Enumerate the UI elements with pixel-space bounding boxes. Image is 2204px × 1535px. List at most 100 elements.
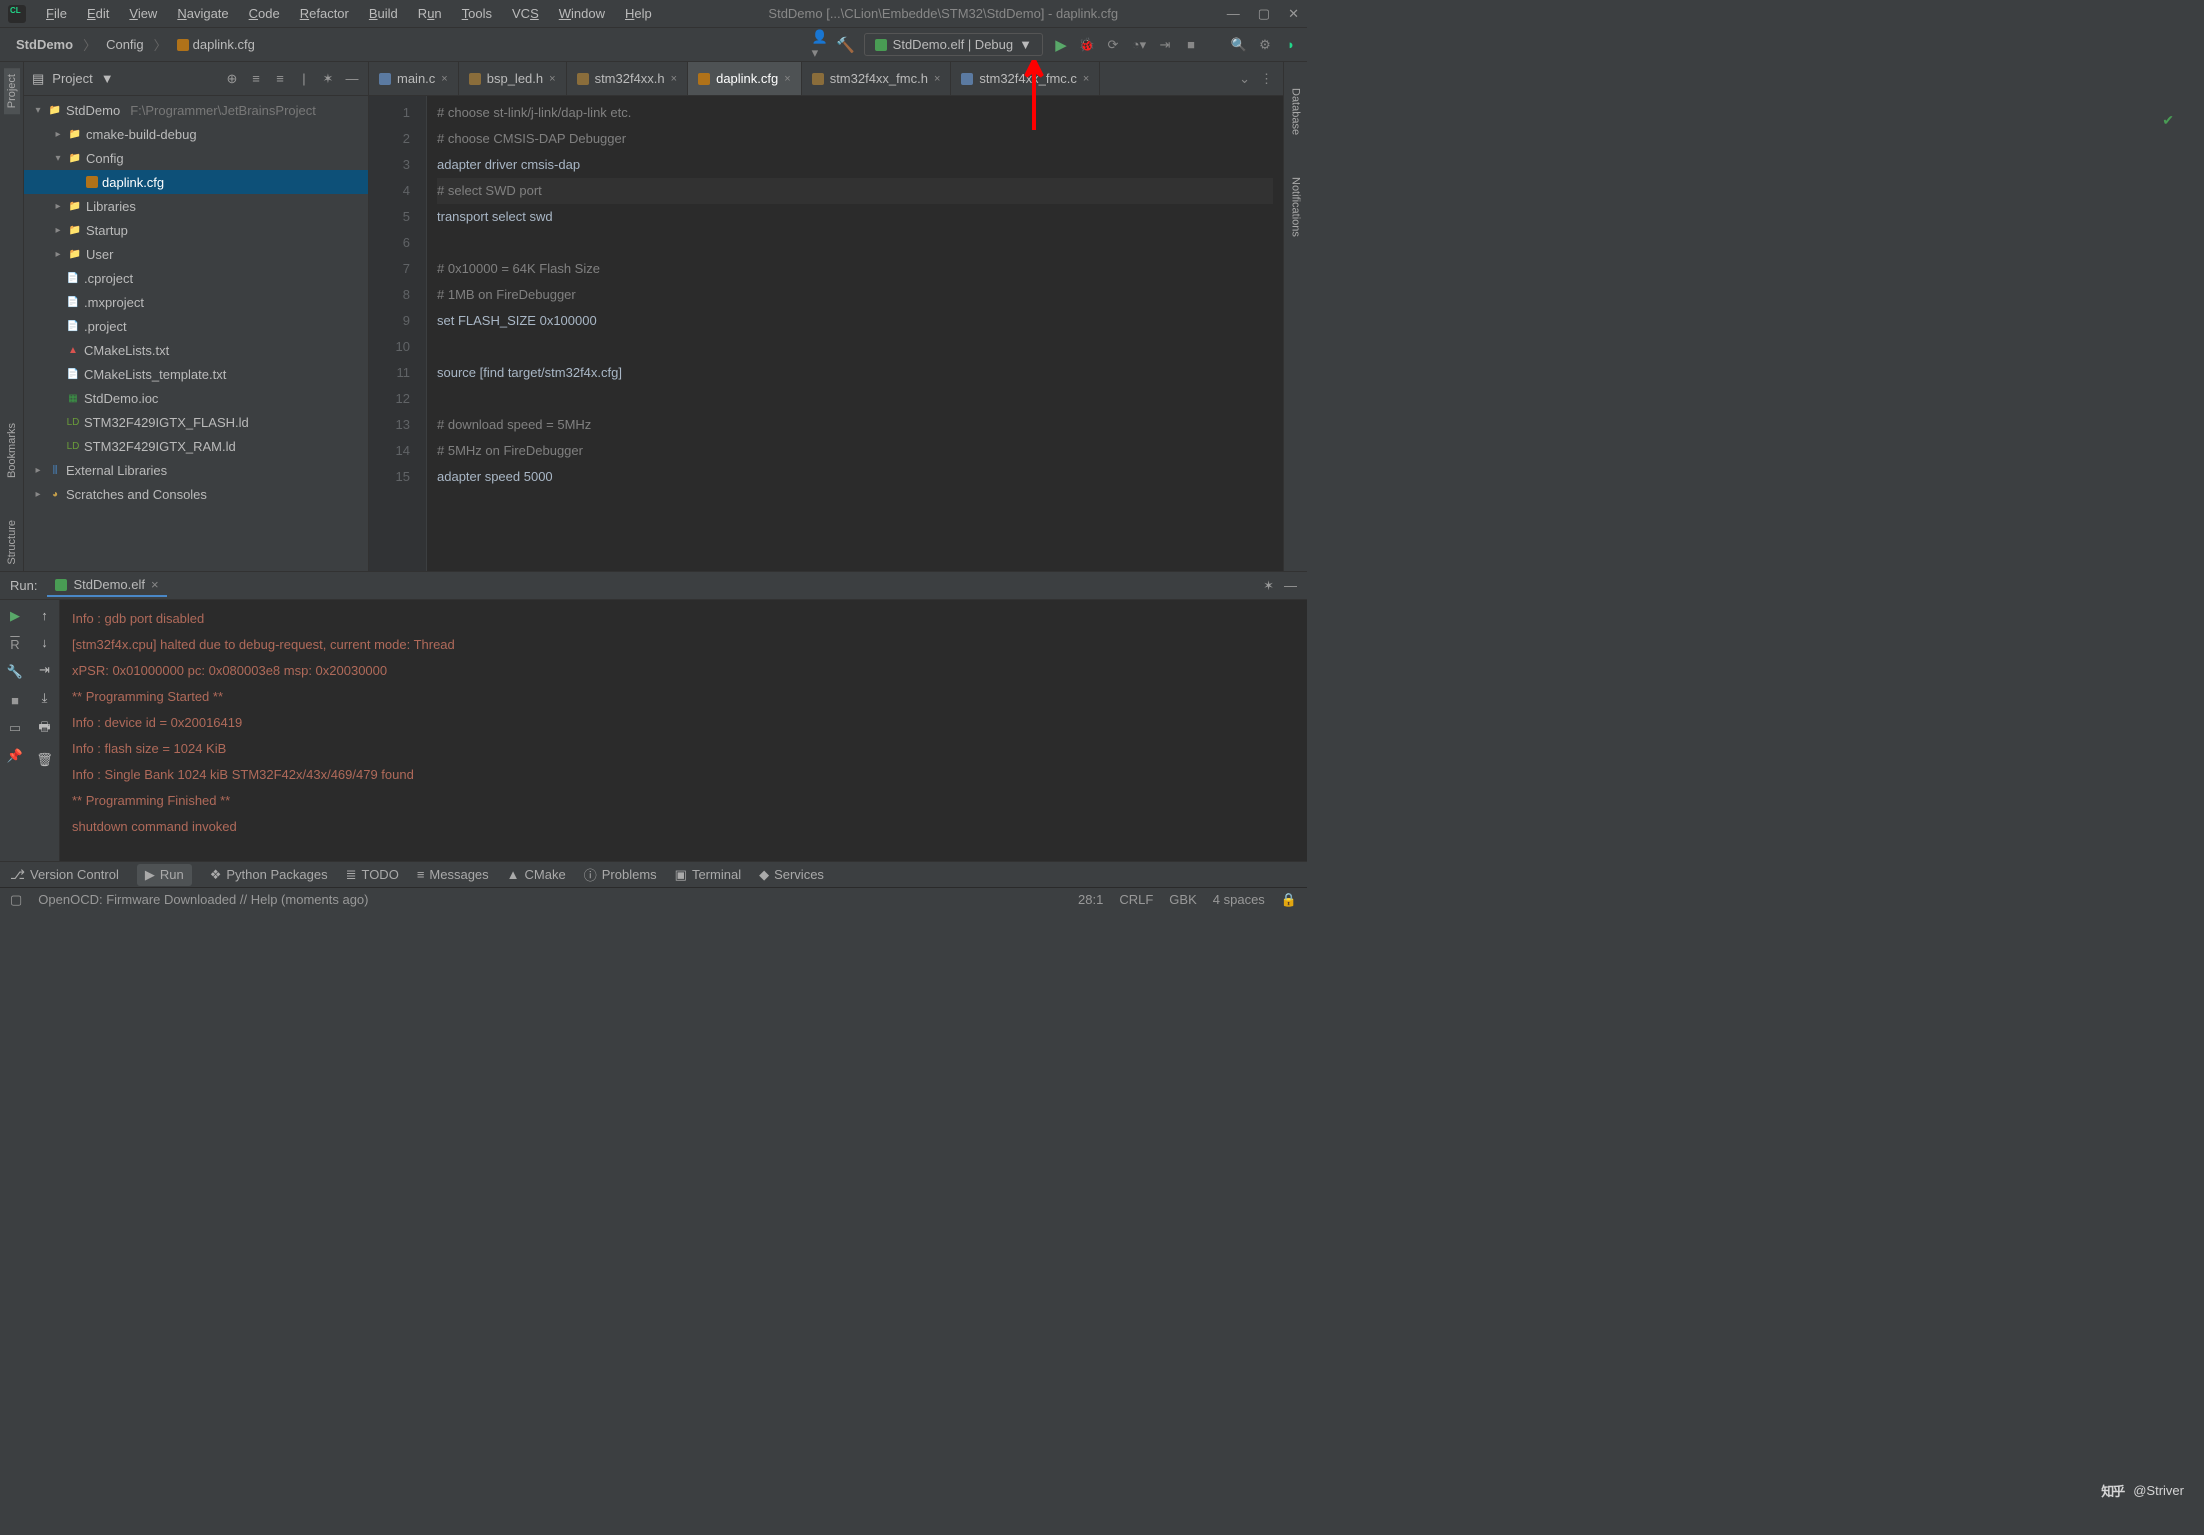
attach-icon[interactable]: ⇥: [1157, 37, 1173, 53]
tree-scratches[interactable]: ▸◕Scratches and Consoles: [24, 482, 368, 506]
menu-navigate[interactable]: Navigate: [169, 4, 236, 23]
up-icon[interactable]: ↑: [41, 608, 48, 623]
menu-help[interactable]: Help: [617, 4, 660, 23]
run-tool-button[interactable]: ▶ Run: [137, 864, 192, 886]
wrench-icon[interactable]: 🔧: [7, 664, 23, 680]
inspection-ok-icon[interactable]: ✔: [2162, 112, 2174, 129]
menu-view[interactable]: View: [121, 4, 165, 23]
line-ending[interactable]: CRLF: [1119, 892, 1153, 907]
console-output[interactable]: Info : gdb port disabled[stm32f4x.cpu] h…: [60, 600, 1307, 861]
tree-file[interactable]: LDSTM32F429IGTX_RAM.ld: [24, 434, 368, 458]
pin-icon[interactable]: 📌: [7, 748, 23, 764]
tree-folder[interactable]: ▸📁Libraries: [24, 194, 368, 218]
user-icon[interactable]: 👤▾: [812, 37, 828, 53]
indent[interactable]: 4 spaces: [1213, 892, 1265, 907]
debug-button[interactable]: 🐞: [1079, 37, 1095, 53]
tab-daplink-cfg[interactable]: daplink.cfg×: [688, 62, 802, 95]
tree-file[interactable]: 📄CMakeLists_template.txt: [24, 362, 368, 386]
coverage-icon[interactable]: ⟳: [1105, 37, 1121, 53]
tabs-dropdown[interactable]: ⌄: [1239, 71, 1250, 87]
tab-stm32f4xx-h[interactable]: stm32f4xx.h×: [567, 62, 689, 95]
build-icon[interactable]: 🔨: [838, 37, 854, 53]
tree-folder[interactable]: ▸📁Startup: [24, 218, 368, 242]
lock-icon[interactable]: 🔒: [1281, 892, 1297, 908]
rerun-alt-icon[interactable]: R: [7, 636, 23, 652]
tree-external-libs[interactable]: ▸⫼External Libraries: [24, 458, 368, 482]
close-icon[interactable]: ×: [441, 73, 447, 85]
print-icon[interactable]: 🖶: [38, 718, 50, 740]
search-icon[interactable]: 🔍: [1231, 37, 1247, 53]
tree-folder[interactable]: ▾📁Config: [24, 146, 368, 170]
menu-code[interactable]: Code: [241, 4, 288, 23]
run-button[interactable]: ▶: [1053, 37, 1069, 53]
close-icon[interactable]: ×: [671, 73, 677, 85]
layout-icon[interactable]: ▭: [7, 720, 23, 736]
stop-button[interactable]: ■: [1183, 37, 1199, 53]
code-editor[interactable]: 123456789101112131415 # choose st-link/j…: [369, 96, 1283, 571]
tree-root[interactable]: ▾📁StdDemoF:\Programmer\JetBrainsProject: [24, 98, 368, 122]
menu-vcs[interactable]: VCS: [504, 4, 547, 23]
tree-file[interactable]: LDSTM32F429IGTX_FLASH.ld: [24, 410, 368, 434]
ide-icon[interactable]: ◗: [1283, 37, 1299, 53]
stop-icon[interactable]: ■: [7, 692, 23, 708]
todo-tool-button[interactable]: ≣ TODO: [346, 867, 399, 883]
menu-window[interactable]: Window: [551, 4, 613, 23]
close-icon[interactable]: ×: [549, 73, 555, 85]
scroll-icon[interactable]: ⤓: [42, 690, 48, 706]
run-settings-icon[interactable]: ✶: [1263, 578, 1274, 594]
settings-icon[interactable]: ⚙: [1257, 37, 1273, 53]
tab-main-c[interactable]: main.c×: [369, 62, 459, 95]
menu-edit[interactable]: Edit: [79, 4, 117, 23]
hide-icon[interactable]: —: [344, 71, 360, 87]
menu-tools[interactable]: Tools: [454, 4, 500, 23]
maximize-button[interactable]: ▢: [1258, 6, 1270, 22]
tree-file[interactable]: ▦StdDemo.ioc: [24, 386, 368, 410]
tool-windows-icon[interactable]: ▢: [10, 892, 22, 908]
down-icon[interactable]: ↓: [41, 635, 48, 650]
tree-file[interactable]: 📄.project: [24, 314, 368, 338]
options-icon[interactable]: ✶: [320, 71, 336, 87]
tab-bsp-led[interactable]: bsp_led.h×: [459, 62, 567, 95]
python-tool-button[interactable]: ❖ Python Packages: [210, 867, 328, 883]
code-body[interactable]: # choose st-link/j-link/dap-link etc.# c…: [427, 96, 1283, 571]
tree-file-selected[interactable]: daplink.cfg: [24, 170, 368, 194]
project-tree[interactable]: ▾📁StdDemoF:\Programmer\JetBrainsProject …: [24, 96, 368, 571]
locate-icon[interactable]: ⊕: [224, 71, 240, 87]
tree-folder[interactable]: ▸📁User: [24, 242, 368, 266]
encoding[interactable]: GBK: [1169, 892, 1196, 907]
close-icon[interactable]: ×: [934, 73, 940, 85]
breadcrumb-item[interactable]: StdDemo: [8, 34, 81, 55]
tree-file[interactable]: 📄.cproject: [24, 266, 368, 290]
run-hide-icon[interactable]: —: [1284, 578, 1297, 593]
menu-build[interactable]: Build: [361, 4, 406, 23]
database-tool-tab[interactable]: Database: [1288, 82, 1304, 141]
bookmarks-tool-tab[interactable]: Bookmarks: [4, 417, 20, 484]
tree-file[interactable]: 📄.mxproject: [24, 290, 368, 314]
vcs-tool-button[interactable]: ⎇ Version Control: [10, 867, 119, 883]
cmake-tool-button[interactable]: ▲ CMake: [507, 867, 566, 882]
close-icon[interactable]: ×: [1083, 73, 1089, 85]
minimize-button[interactable]: —: [1227, 6, 1240, 22]
close-icon[interactable]: ×: [784, 73, 790, 85]
messages-tool-button[interactable]: ≡ Messages: [417, 867, 489, 882]
tabs-more[interactable]: ⋮: [1260, 71, 1273, 87]
close-icon[interactable]: ×: [151, 577, 159, 592]
notifications-tool-tab[interactable]: Notifications: [1288, 171, 1304, 243]
expand-icon[interactable]: ≡: [248, 71, 264, 87]
caret-position[interactable]: 28:1: [1078, 892, 1103, 907]
dropdown-icon[interactable]: ▼: [101, 71, 114, 86]
tree-file[interactable]: ▲CMakeLists.txt: [24, 338, 368, 362]
rerun-icon[interactable]: ▶: [7, 608, 23, 624]
problems-tool-button[interactable]: ⓘ Problems: [584, 865, 657, 884]
breadcrumb-item[interactable]: Config: [98, 34, 152, 55]
run-tab[interactable]: StdDemo.elf×: [47, 574, 166, 597]
collapse-icon[interactable]: ≡: [272, 71, 288, 87]
project-tool-tab[interactable]: Project: [4, 68, 20, 114]
terminal-tool-button[interactable]: ▣ Terminal: [675, 867, 741, 883]
tab-fmc-h[interactable]: stm32f4xx_fmc.h×: [802, 62, 952, 95]
menu-run[interactable]: Run: [410, 4, 450, 23]
services-tool-button[interactable]: ◆ Services: [759, 867, 824, 883]
close-button[interactable]: ✕: [1288, 6, 1299, 22]
menu-refactor[interactable]: Refactor: [292, 4, 357, 23]
menu-file[interactable]: File: [38, 4, 75, 23]
